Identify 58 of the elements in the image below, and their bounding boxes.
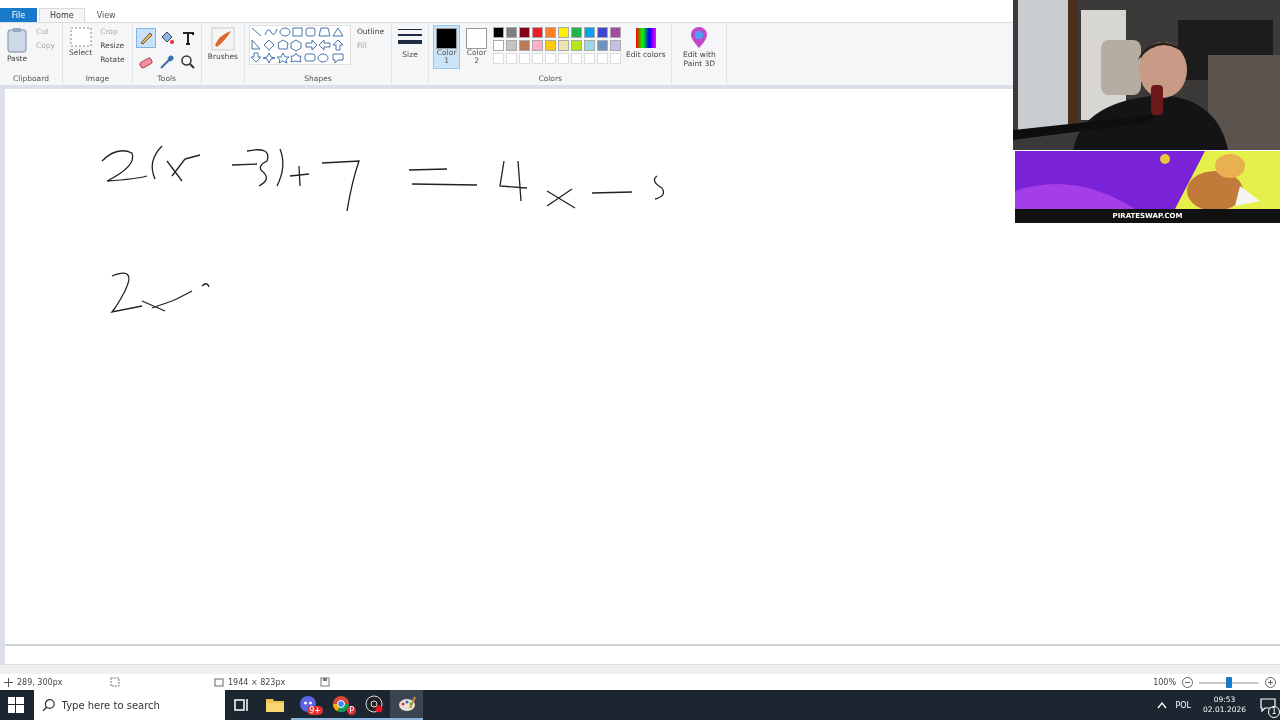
taskbar-app-button[interactable]: P: [324, 690, 357, 720]
taskbar-app-button[interactable]: [390, 690, 423, 720]
move-icon: [4, 677, 13, 687]
color-swatch[interactable]: [532, 40, 544, 51]
color-swatch[interactable]: [519, 27, 531, 38]
color-swatch[interactable]: [532, 27, 544, 38]
chevron-up-icon[interactable]: [1157, 701, 1168, 709]
color-swatch[interactable]: [571, 40, 583, 51]
magnifier-icon[interactable]: [178, 52, 197, 71]
zoom-out-icon[interactable]: [1182, 676, 1193, 688]
search-box[interactable]: Type here to search: [34, 690, 225, 720]
color-swatch[interactable]: [610, 27, 622, 38]
color-swatch[interactable]: [597, 27, 609, 38]
windows-start-icon[interactable]: [8, 697, 24, 713]
task-view-icon: [233, 698, 250, 712]
color-swatch[interactable]: [558, 40, 570, 51]
ribbon-tab[interactable]: Home: [39, 8, 85, 22]
selection-icon: [69, 27, 92, 47]
canvas-size-icon: [214, 677, 224, 687]
color-swatch[interactable]: [545, 27, 557, 38]
file-size-icon: [320, 677, 330, 687]
color-spectrum-icon: [634, 27, 657, 49]
cursor-position: 289, 300px: [17, 677, 63, 687]
selection-size-icon: [110, 677, 120, 687]
color-swatch[interactable]: [506, 40, 518, 51]
color-swatch[interactable]: [493, 27, 505, 38]
notification-count: 1: [1268, 706, 1280, 718]
language-indicator[interactable]: POL: [1175, 700, 1192, 710]
shapes-gallery[interactable]: [248, 25, 351, 65]
clipboard-icon: [6, 27, 28, 53]
zoom-in-icon[interactable]: [1265, 676, 1276, 688]
color-swatch[interactable]: [571, 27, 583, 38]
brush-icon: [210, 27, 235, 51]
color-swatch[interactable]: [584, 40, 596, 51]
palette-icon: [397, 696, 416, 712]
horizontal-scrollbar[interactable]: [0, 664, 1280, 674]
color-swatch[interactable]: [493, 40, 505, 51]
color-swatch[interactable]: [519, 40, 531, 51]
app-badge: P: [347, 706, 356, 715]
color-swatch[interactable]: [558, 27, 570, 38]
color-swatch[interactable]: [597, 40, 609, 51]
folder-icon: [265, 698, 284, 712]
color-swatch[interactable]: [506, 27, 518, 38]
color-swatch[interactable]: [545, 40, 557, 51]
color-swatch[interactable]: [584, 27, 596, 38]
notification-icon[interactable]: [1260, 698, 1276, 712]
paint-drop-icon: [690, 27, 709, 49]
pencil-icon[interactable]: [136, 29, 155, 47]
recorder-icon: [364, 695, 383, 713]
zoom-percent: 100%: [1153, 677, 1176, 687]
search-icon: [42, 698, 56, 712]
color-swatch[interactable]: [610, 40, 622, 51]
canvas-size: 1944 × 823px: [228, 677, 286, 687]
search-field[interactable]: Type here to search: [61, 691, 217, 719]
taskbar-app-button[interactable]: 9+: [291, 690, 324, 720]
app-badge: 9+: [307, 706, 323, 715]
browser-icon: [331, 695, 350, 713]
ribbon-tab[interactable]: File: [0, 8, 37, 22]
